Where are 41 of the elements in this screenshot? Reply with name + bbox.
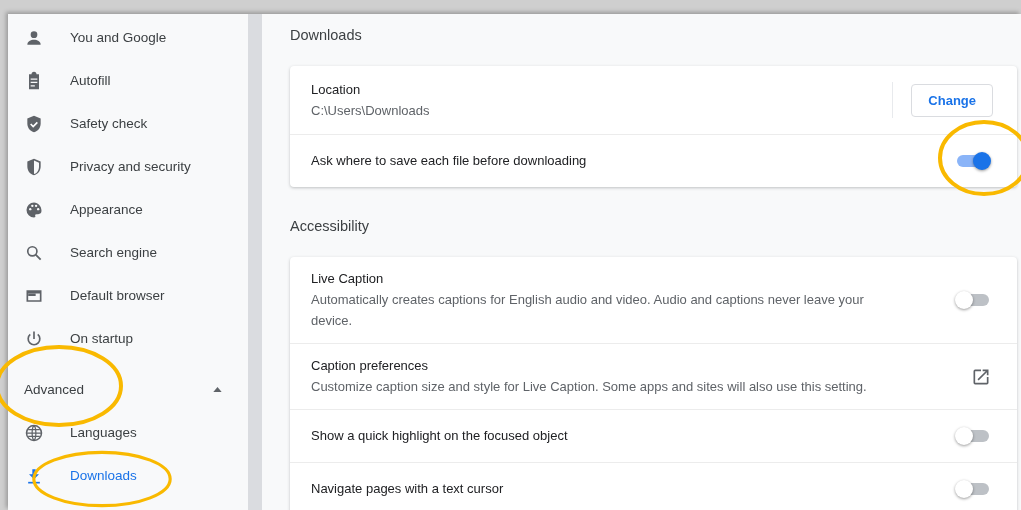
shield-check-icon [24, 113, 44, 134]
sidebar-item[interactable]: Appearance [8, 188, 248, 231]
caret-up-icon [213, 387, 222, 392]
toggle-switch[interactable] [955, 426, 991, 446]
sidebar-item[interactable]: Languages [8, 411, 248, 454]
setting-title: Show a quick highlight on the focused object [311, 427, 569, 445]
setting-description: Automatically creates captions for English audio and video. Audio and captions never leave your device. [311, 291, 865, 330]
sidebar-item[interactable]: Search engine [8, 231, 248, 274]
sidebar-item[interactable]: You and Google [8, 16, 248, 59]
sidebar-item-label: Default browser [70, 288, 165, 303]
setting-title: Ask where to save each file before downloading [311, 152, 588, 170]
sidebar-item-label: On startup [70, 331, 134, 346]
sidebar-item-label: You and Google [70, 30, 167, 45]
globe-icon [24, 422, 44, 443]
toggle-switch[interactable] [955, 479, 991, 499]
sidebar-item-label: Search engine [70, 245, 158, 260]
sidebar-item[interactable]: Autofill [8, 59, 248, 102]
sidebar-item[interactable]: Downloads [8, 454, 248, 497]
section-heading: Downloads [290, 26, 363, 45]
sidebar-item[interactable]: Safety check [8, 102, 248, 145]
shield-icon [24, 156, 44, 177]
sidebar-item[interactable]: Default browser [8, 274, 248, 317]
sidebar-item[interactable]: Privacy and security [8, 145, 248, 188]
setting-description: Customize caption size and style for Live Caption. Some apps and sites will also use this setting. [311, 378, 868, 396]
section-heading: Accessibility [290, 217, 370, 236]
setting-title: Live Caption [311, 270, 385, 288]
setting-title: Caption preferences [311, 357, 430, 375]
setting-value: C:\Users\Downloads [311, 101, 431, 120]
setting-title: Location [311, 80, 362, 99]
sidebar-item-label: Languages [70, 425, 137, 440]
sidebar-item-label: Downloads [70, 468, 137, 483]
sidebar-item-label: Appearance [70, 202, 143, 217]
sidebar-item[interactable]: On startup [8, 317, 248, 360]
change-button[interactable]: Change [911, 83, 993, 117]
sidebar-item-label: Safety check [70, 116, 148, 131]
toggle-switch[interactable] [955, 290, 991, 310]
sidebar-item-label: Autofill [70, 73, 111, 88]
sidebar-item-label: Privacy and security [70, 159, 191, 174]
setting-title: Navigate pages with a text cursor [311, 480, 505, 498]
toggle-switch[interactable] [955, 151, 991, 171]
advanced-toggle[interactable]: Advanced [8, 368, 248, 411]
